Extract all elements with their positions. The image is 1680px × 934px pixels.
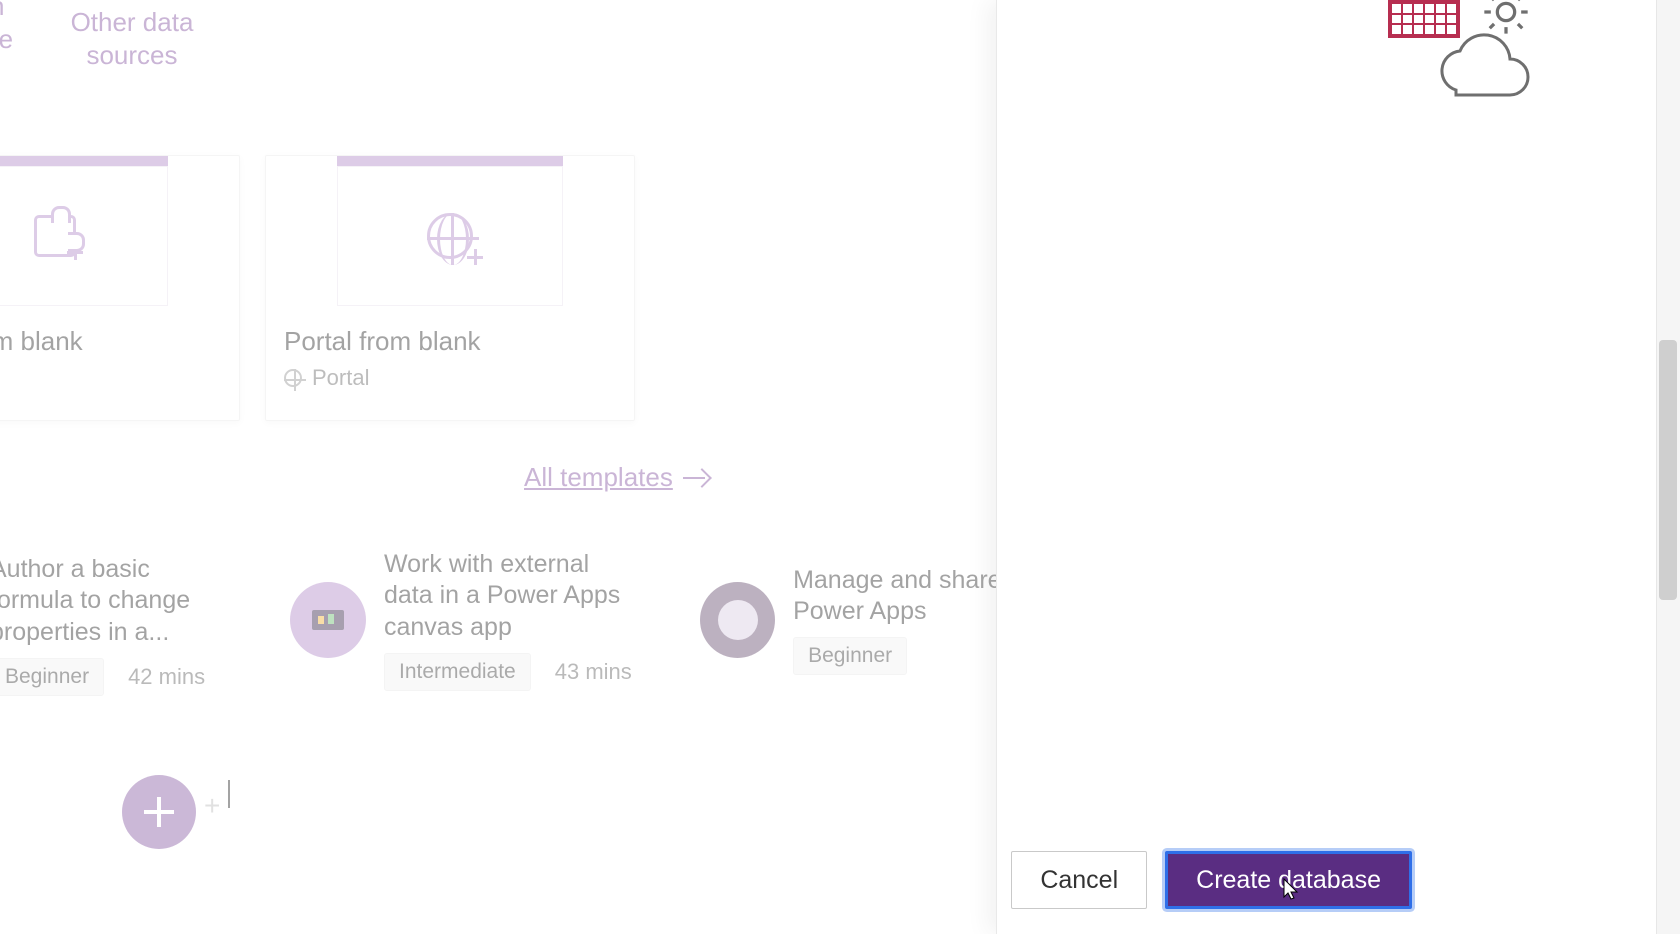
datasource-tile-other[interactable]: Other data sources — [62, 0, 202, 71]
cloud-icon — [1426, 30, 1536, 115]
module-duration: 42 mins — [128, 664, 205, 690]
module-badge-icon — [700, 582, 775, 658]
card-title: Portal from blank — [284, 326, 634, 357]
card-accent-bar — [0, 156, 168, 166]
vertical-scrollbar[interactable] — [1656, 0, 1680, 934]
module-title: Author a basic formula to change propert… — [0, 554, 240, 648]
globe-plus-icon — [427, 213, 473, 259]
secondary-plus-icon: + — [204, 790, 220, 822]
module-duration: 43 mins — [555, 659, 632, 685]
all-templates-label: All templates — [524, 462, 673, 493]
learning-module-1[interactable]: Author a basic formula to change propert… — [0, 565, 250, 685]
datasource-label-line2: vice — [0, 23, 70, 56]
create-database-button[interactable]: Create database — [1165, 851, 1412, 909]
learning-module-2[interactable]: Work with external data in a Power Apps … — [290, 560, 670, 680]
module-title: Work with external data in a Power Apps … — [384, 549, 634, 643]
card-accent-bar — [337, 156, 563, 166]
card-subtitle: Portal — [284, 365, 634, 391]
module-level: Intermediate — [384, 653, 531, 691]
text-caret-icon — [228, 780, 230, 808]
module-level: Beginner — [0, 658, 104, 696]
side-panel-create-database: Cancel Create database — [996, 0, 1680, 934]
puzzle-plus-icon — [34, 215, 76, 257]
add-fab-button[interactable] — [122, 775, 196, 849]
globe-icon — [284, 369, 302, 387]
cancel-button[interactable]: Cancel — [1011, 851, 1147, 909]
datasource-label-line1: on — [0, 0, 70, 23]
datasource-tile-partial[interactable]: on vice — [0, 0, 70, 55]
module-badge-icon — [290, 582, 366, 658]
all-templates-link[interactable]: All templates — [524, 462, 709, 493]
learning-module-3[interactable]: Manage and share ap Power Apps Beginner — [700, 560, 1040, 680]
plus-icon — [67, 244, 83, 260]
panel-footer: Cancel Create database — [997, 826, 1680, 934]
template-card-portal-blank[interactable]: Portal from blank Portal — [265, 155, 635, 421]
module-level: Beginner — [793, 637, 907, 675]
card-thumbnail — [337, 166, 563, 306]
arrow-right-icon — [683, 465, 709, 491]
scrollbar-thumb[interactable] — [1659, 340, 1677, 600]
plus-icon — [467, 249, 483, 265]
datasource-label-line1: Other data — [62, 6, 202, 39]
datasource-label-line2: sources — [62, 39, 202, 72]
template-card-blank-app[interactable]: n app from blank en app — [0, 155, 240, 421]
card-thumbnail — [0, 166, 168, 306]
card-title: n app from blank — [0, 326, 239, 357]
card-subtitle: en app — [0, 365, 239, 391]
mouse-cursor-icon — [1283, 878, 1299, 900]
